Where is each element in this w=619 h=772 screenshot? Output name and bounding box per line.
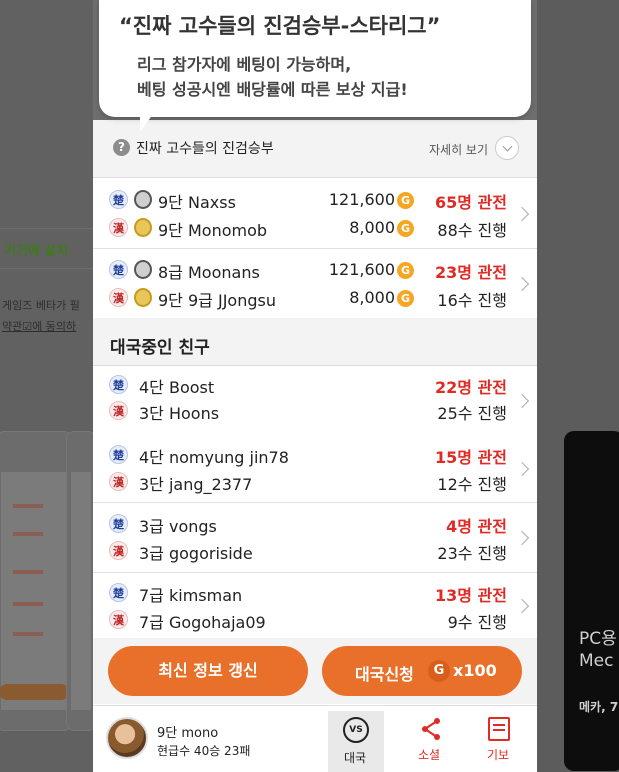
player-name: 7급 Gogohaja09 [139, 613, 266, 632]
record-icon[interactable] [488, 717, 510, 741]
moves-count: 12수 진행 [437, 475, 507, 494]
player-name: 3급 vongs [139, 517, 217, 536]
request-match-cost: x100 [453, 661, 497, 680]
cho-badge-icon: 楚 [109, 190, 128, 209]
gold-coin-icon: G [397, 192, 414, 209]
han-badge-icon: 漢 [109, 610, 128, 629]
friend-match-row[interactable]: 楚 4단 nomyung jin78 15명 관전 漢 3단 jang_2377… [93, 433, 537, 503]
moves-count: 23수 진행 [437, 544, 507, 563]
moves-count: 88수 진행 [437, 221, 507, 240]
thumbnail-line [13, 632, 43, 636]
tab-social-label[interactable]: 소셜 [418, 746, 440, 763]
tab-record-label[interactable]: 기보 [487, 746, 509, 763]
watchers-count: 23명 관전 [435, 263, 507, 282]
cho-badge-icon: 楚 [109, 514, 128, 533]
gold-coin-icon: G [397, 220, 414, 237]
league-match-row[interactable]: 楚 8급 Moonans 121,600 G 23명 관전 漢 9단 9급 JJ… [93, 249, 537, 319]
promo-card-title: PC용 Mec [579, 629, 617, 671]
gold-coin-icon: G [397, 290, 414, 307]
tooltip-text-line2: 베팅 성공시엔 배당률에 따른 보상 지급! [137, 80, 408, 99]
bet-amount: 8,000 [349, 288, 395, 307]
friend-match-row[interactable]: 楚 3급 vongs 4명 관전 漢 3급 gogoriside 23수 진행 [93, 503, 537, 573]
request-match-label: 대국신청 [355, 665, 414, 684]
record-icon-line [493, 724, 505, 726]
install-on-device-link[interactable]: 기기에 설치 [4, 240, 68, 259]
friend-match-row[interactable]: 楚 4단 Boost 22명 관전 漢 3단 Hoons 25수 진행 [93, 367, 537, 437]
league-info-title: 진짜 고수들의 진검승부 [136, 141, 274, 157]
player-name: 8급 Moonans [158, 263, 260, 282]
view-details-link[interactable]: 자세히 보기 [429, 141, 488, 158]
player-name: 3급 gogoriside [139, 544, 253, 563]
gold-coin-icon: G [397, 262, 414, 279]
rank-medal-icon [134, 218, 152, 237]
tooltip-title: “진짜 고수들의 진검승부-스타리그” [119, 14, 441, 38]
tooltip-tail [140, 110, 156, 132]
cho-badge-icon: 楚 [109, 445, 128, 464]
watchers-count: 4명 관전 [446, 517, 507, 536]
thumbnail-line [13, 602, 43, 606]
cho-badge-icon: 楚 [109, 260, 128, 279]
watchers-count: 13명 관전 [435, 586, 507, 605]
background-text-1: 게임즈 베타가 필 [2, 299, 80, 312]
watchers-count: 22명 관전 [435, 378, 507, 397]
watchers-count: 65명 관전 [435, 193, 507, 212]
thumbnail-line [13, 504, 43, 508]
help-icon[interactable]: ? [113, 139, 130, 156]
background-text-2: 약관☑에 동의하 [2, 320, 77, 333]
refresh-info-button[interactable]: 최신 정보 갱신 [108, 646, 308, 696]
rank-medal-icon [134, 190, 152, 209]
tooltip-text-line1: 리그 참가자에 베팅이 가능하며, [137, 55, 352, 74]
player-name: 9단 9급 JJongsu [158, 291, 276, 310]
rank-medal-icon [134, 288, 152, 307]
player-name: 9단 Naxss [158, 193, 236, 212]
player-name: 3단 Hoons [139, 404, 220, 423]
record-icon-line [493, 729, 505, 731]
thumbnail-button [0, 684, 69, 700]
divider [0, 228, 93, 229]
request-match-button[interactable]: 대국신청 G x100 [322, 646, 522, 696]
my-rank-name: 9단 mono [157, 726, 219, 741]
friends-section-title: 대국중인 친구 [110, 338, 210, 358]
tab-match-label: 대국 [344, 751, 367, 765]
friend-match-row[interactable]: 楚 7급 kimsman 13명 관전 漢 7급 Gogohaja09 9수 진… [93, 573, 537, 638]
han-badge-icon: 漢 [109, 288, 128, 307]
tab-match[interactable]: VS 대국 [328, 711, 384, 772]
bet-amount: 8,000 [349, 218, 395, 237]
thumbnail-line [13, 570, 43, 574]
league-match-row[interactable]: 楚 9단 Naxss 121,600 G 65명 관전 漢 9단 Monomob… [93, 179, 537, 249]
player-name: 3단 jang_2377 [139, 475, 253, 494]
player-name: 4단 Boost [139, 378, 215, 397]
chevron-down-icon[interactable] [495, 136, 519, 160]
cho-badge-icon: 楚 [109, 583, 128, 602]
moves-count: 9수 진행 [447, 613, 507, 632]
player-name: 9단 Monomob [158, 221, 268, 240]
vs-icon: VS [343, 717, 369, 743]
promo-card-subtitle: 메카, 7 [579, 700, 619, 714]
player-name: 4단 nomyung jin78 [139, 448, 289, 467]
moves-count: 16수 진행 [437, 291, 507, 310]
gold-coin-icon: G [428, 660, 450, 682]
han-badge-icon: 漢 [109, 401, 128, 420]
player-name: 7급 kimsman [139, 586, 243, 605]
han-badge-icon: 漢 [109, 472, 128, 491]
avatar[interactable] [106, 717, 148, 759]
screenshot-thumbnail[interactable] [0, 431, 72, 731]
rank-medal-icon [134, 260, 152, 279]
screenshot-thumbnail[interactable] [66, 431, 96, 731]
moves-count: 25수 진행 [437, 404, 507, 423]
divider [0, 268, 93, 269]
han-badge-icon: 漢 [109, 541, 128, 560]
watchers-count: 15명 관전 [435, 448, 507, 467]
promo-card[interactable] [564, 431, 619, 771]
bet-amount: 121,600 [328, 260, 395, 279]
cho-badge-icon: 楚 [109, 375, 128, 394]
thumbnail-line [13, 532, 43, 536]
share-icon[interactable] [420, 717, 442, 741]
thumbnail-content [71, 472, 91, 710]
han-badge-icon: 漢 [109, 218, 128, 237]
my-record: 현급수 40승 23패 [157, 744, 251, 758]
bet-amount: 121,600 [328, 190, 395, 209]
